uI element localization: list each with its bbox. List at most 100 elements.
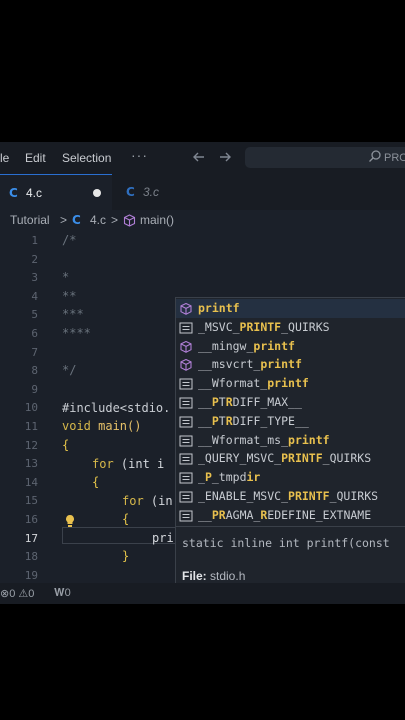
label-text: __ [198, 413, 212, 428]
breadcrumb-symbol[interactable]: main() [140, 213, 174, 227]
label-text: __ [198, 507, 212, 522]
label-text: __Wformat_ms_ [198, 432, 289, 447]
arrow-left-icon[interactable] [191, 149, 207, 168]
code-line: **** [62, 326, 91, 340]
suggestion-widget: printf _MSVC_PRINTF_QUIRKS __mingw_printf _… [175, 297, 405, 527]
match-highlight: pri [267, 376, 289, 391]
code-line: { [122, 512, 130, 526]
ports-count: 0 [64, 587, 71, 599]
breadcrumb-file[interactable]: 4.c [90, 213, 106, 227]
label-text: _tmpd [211, 470, 247, 485]
suggestion-item[interactable]: __Wformat_ms_printf [176, 431, 405, 450]
status-ports[interactable]: 𝐖0 [54, 587, 71, 600]
code-line: pri [152, 531, 174, 545]
detail-file-key: File: [182, 569, 207, 583]
tab-3c[interactable]: C 3.c [113, 174, 283, 210]
label-text: _MSVC_ [198, 319, 240, 334]
suggestion-item[interactable]: __Wformat_printf [176, 374, 405, 393]
suggestion-item[interactable]: _QUERY_MSVC_PRINTF_QUIRKS [176, 449, 405, 468]
suggestion-label: __PRAGMA_REDEFINE_EXTNAME [198, 508, 371, 522]
line-number: 16 [24, 513, 38, 526]
match-highlight: ntf [281, 357, 302, 372]
detail-file: File: stdio.h [182, 569, 245, 583]
label-text: T [218, 413, 226, 428]
text-icon [179, 452, 193, 465]
label-text: _ [198, 470, 205, 485]
suggestion-label: __PTRDIFF_TYPE__ [198, 414, 309, 428]
suggestion-label: _QUERY_MSVC_PRINTF_QUIRKS [198, 451, 371, 465]
label-text: T [218, 395, 226, 409]
code-line: /* [62, 233, 77, 247]
tab-label: 3.c [143, 185, 160, 199]
suggestion-item[interactable]: __PTRDIFF_TYPE__ [176, 412, 405, 431]
suggestion-details: static inline int printf(const File: std… [175, 527, 405, 585]
code-line: { [62, 438, 70, 452]
line-number: 1 [31, 234, 38, 247]
lightbulb-icon[interactable] [64, 514, 76, 528]
line-number: 3 [31, 271, 38, 285]
c-file-icon: C [9, 186, 18, 200]
tab-4c[interactable]: C 4.c [0, 174, 112, 211]
menu-more-button[interactable]: ··· [131, 147, 148, 163]
keyword: for [122, 494, 144, 508]
status-problems[interactable]: ⊗0 ⚠0 [0, 587, 34, 600]
suggestion-label: _P_tmpdir [198, 470, 260, 484]
label-text: DIFF_MAX__ [232, 395, 302, 409]
match-highlight: pri [253, 338, 275, 353]
text-icon [179, 377, 193, 390]
match-highlight: NTF [308, 489, 330, 503]
chevron-right-icon: > [111, 213, 119, 227]
keyword: for [92, 457, 114, 471]
line-number: 12 [24, 438, 38, 452]
breadcrumb-folder[interactable]: Tutorial [10, 213, 50, 227]
code-line: for (in [122, 494, 173, 508]
c-file-icon: C [72, 213, 81, 227]
arrow-right-icon[interactable] [217, 149, 233, 168]
cube-icon [179, 340, 193, 353]
search-label: PRO [384, 152, 405, 164]
menu-selection[interactable]: Selection [62, 151, 111, 165]
status-bar: ⊗0 ⚠0 𝐖0 [0, 583, 405, 604]
match-highlight: PR [211, 507, 226, 522]
text-icon [179, 509, 193, 522]
match-highlight: PRI [239, 319, 261, 334]
suggestion-label: _ENABLE_MSVC_PRINTF_QUIRKS [198, 489, 378, 503]
suggestion-label: __PTRDIFF_MAX__ [198, 395, 302, 409]
chevron-right-icon: > [60, 213, 68, 227]
suggestion-item[interactable]: _MSVC_PRINTF_QUIRKS [176, 318, 405, 337]
label-text: _QUERY_MSVC_ [198, 451, 282, 466]
label-text: _QUIRKS [281, 319, 330, 334]
match-highlight: NTF [260, 319, 282, 334]
suggestion-item[interactable]: __mingw_printf [176, 337, 405, 356]
suggestion-item[interactable]: _P_tmpdir [176, 468, 405, 487]
label-text: DIFF_TYPE__ [232, 413, 309, 428]
detail-signature: static inline int printf(const [182, 536, 390, 550]
match-highlight: pri [198, 301, 219, 315]
match-highlight: ntf [308, 432, 330, 447]
menu-file[interactable]: le [0, 151, 9, 165]
match-highlight: ir [246, 470, 261, 485]
label-text: __msvcrt_ [198, 357, 261, 372]
match-highlight: P [211, 395, 219, 409]
suggestion-item[interactable]: _ENABLE_MSVC_PRINTF_QUIRKS [176, 487, 405, 506]
suggestion-item[interactable]: printf [176, 299, 405, 318]
unsaved-dot-icon[interactable] [93, 189, 101, 197]
text-icon [179, 490, 193, 503]
suggestion-item[interactable]: __PRAGMA_REDEFINE_EXTNAME [176, 506, 405, 525]
match-highlight: PRI [281, 451, 302, 466]
menu-edit[interactable]: Edit [25, 151, 46, 165]
code-text: (in [143, 494, 173, 508]
line-number: 4 [31, 289, 38, 303]
c-file-icon: C [126, 185, 135, 199]
code-line: } [122, 549, 130, 563]
line-number: 13 [24, 457, 38, 471]
suggestion-label: _MSVC_PRINTF_QUIRKS [198, 320, 330, 334]
match-highlight: PRI [288, 489, 309, 503]
code-line: { [92, 475, 100, 489]
line-number: 11 [24, 420, 38, 433]
suggestion-item[interactable]: __msvcrt_printf [176, 355, 405, 374]
suggestion-item[interactable]: __PTRDIFF_MAX__ [176, 393, 405, 412]
line-number: 10 [24, 401, 38, 415]
match-highlight: P [204, 470, 212, 485]
match-highlight: NTF [301, 451, 323, 466]
